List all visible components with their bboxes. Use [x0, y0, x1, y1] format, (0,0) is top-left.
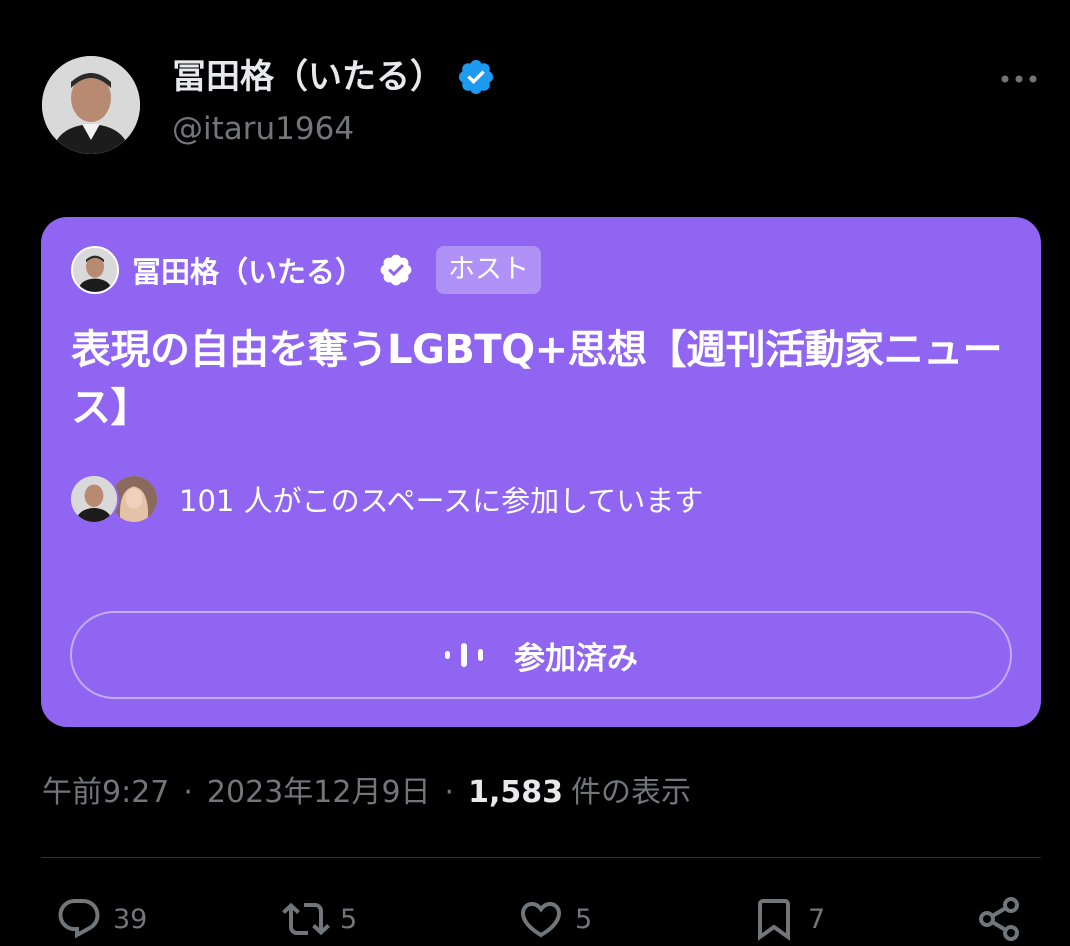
- retweet-button[interactable]: 5: [282, 892, 357, 946]
- bookmark-icon: [758, 899, 790, 941]
- audio-bars-icon: [445, 643, 483, 667]
- space-card[interactable]: 冨田格（いたる） ホスト 表現の自由を奪うLGBTQ+思想【週刊活動家ニュース】: [41, 217, 1041, 727]
- author-avatar[interactable]: [42, 56, 140, 154]
- heart-icon: [520, 902, 562, 938]
- reply-icon: [58, 899, 100, 939]
- reply-count: 39: [113, 903, 148, 935]
- views-label: 件の表示: [570, 775, 691, 810]
- tweet-time[interactable]: 午前9:27: [42, 772, 169, 814]
- tweet-date[interactable]: 2023年12月9日: [207, 772, 431, 814]
- bookmark-button[interactable]: 7: [750, 892, 825, 946]
- retweet-icon: [282, 902, 330, 936]
- divider: [41, 857, 1041, 858]
- joined-button[interactable]: 参加済み: [70, 611, 1012, 699]
- space-title: 表現の自由を奪うLGBTQ+思想【週刊活動家ニュース】: [71, 327, 1003, 431]
- author-name[interactable]: 冨田格（いたる）: [172, 54, 496, 100]
- like-button[interactable]: 5: [517, 892, 592, 946]
- more-horizontal-icon: [1001, 75, 1037, 83]
- joined-button-label: 参加済み: [514, 640, 638, 677]
- listeners-count-text: 101 人がこのスペースに参加しています: [179, 484, 704, 518]
- more-options-button[interactable]: [998, 64, 1040, 94]
- author-name-text: 冨田格（いたる）: [172, 57, 444, 97]
- reply-button[interactable]: 39: [55, 892, 147, 946]
- share-button[interactable]: [975, 892, 1023, 946]
- share-icon: [979, 897, 1019, 941]
- meta-separator: ·: [444, 775, 455, 810]
- views-count[interactable]: 1,583: [468, 772, 563, 814]
- tweet-meta: 午前9:27 · 2023年12月9日 · 1,583 件の表示: [42, 772, 691, 814]
- bookmark-count: 7: [808, 903, 826, 935]
- listener-avatars: [69, 473, 165, 525]
- verified-badge-icon: [458, 59, 494, 95]
- verified-badge-icon: [380, 254, 412, 286]
- listener-avatar: [69, 474, 119, 524]
- host-badge: ホスト: [436, 246, 542, 294]
- space-host-row: 冨田格（いたる） ホスト: [71, 245, 542, 295]
- retweet-count: 5: [340, 903, 358, 935]
- like-count: 5: [575, 903, 593, 935]
- author-handle[interactable]: @itaru1964: [172, 108, 354, 150]
- meta-separator: ·: [183, 775, 193, 810]
- host-name: 冨田格（いたる）: [132, 255, 365, 289]
- listeners-row: 101 人がこのスペースに参加しています: [69, 473, 703, 525]
- host-avatar: [71, 246, 119, 294]
- tweet-detail: 冨田格（いたる） @itaru1964 冨田格（いたる） ホスト 表現の自由を奪…: [0, 0, 1070, 946]
